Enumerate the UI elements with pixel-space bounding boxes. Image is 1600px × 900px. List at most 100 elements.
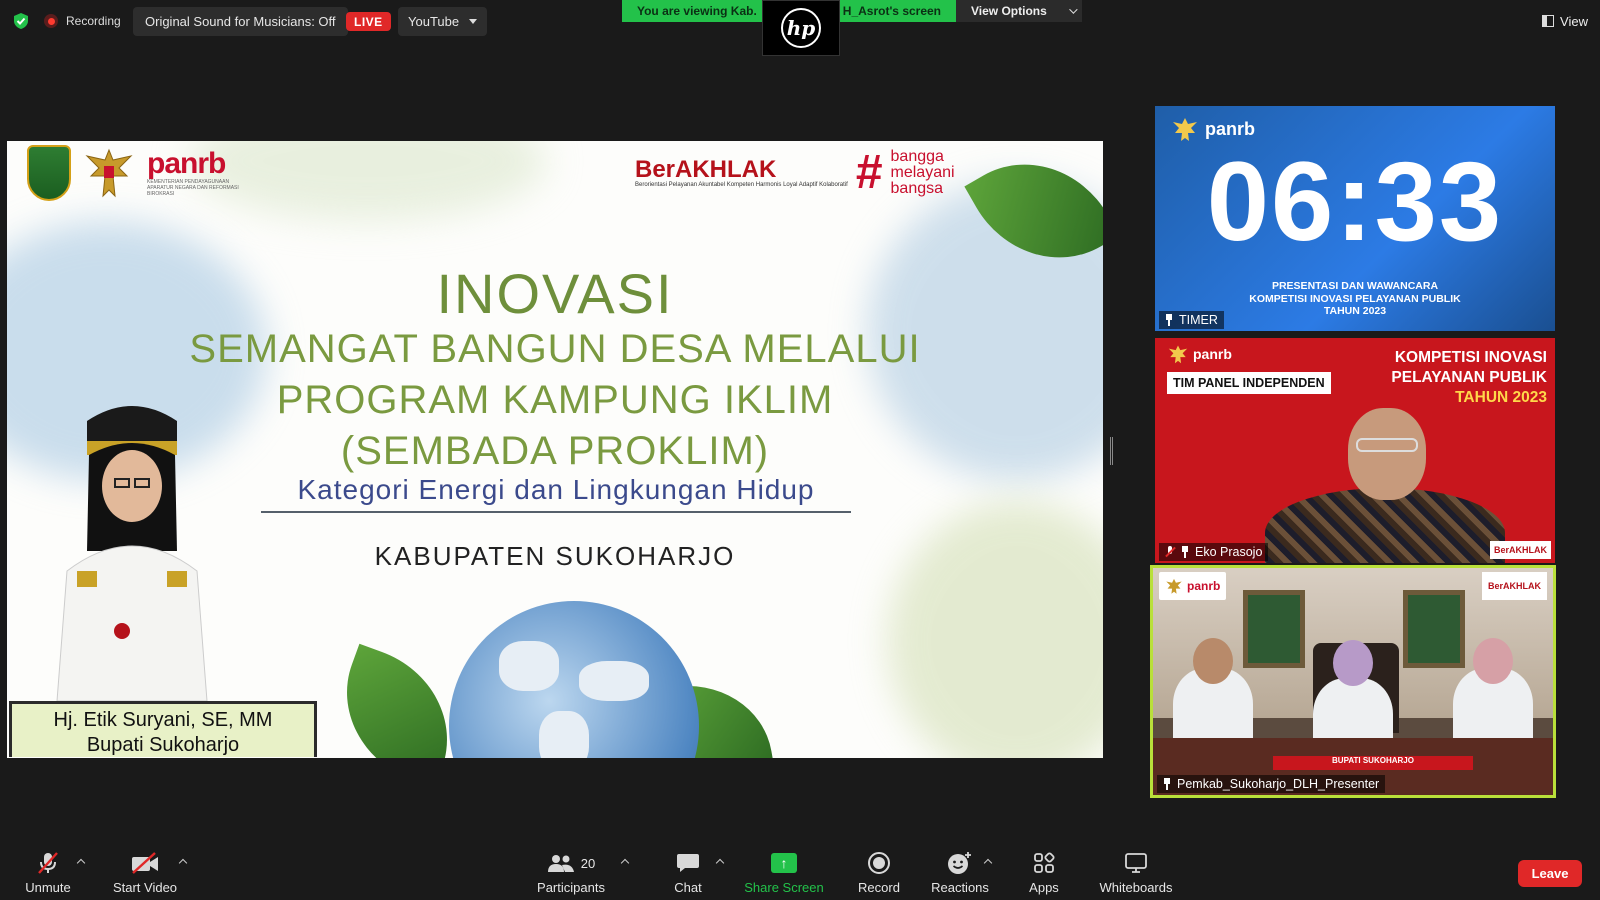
unmute-button[interactable]: Unmute [20,842,76,900]
recording-label: Recording [66,14,121,28]
participant-name: Eko Prasojo [1195,545,1263,559]
presenter-corner-logo: BerAKHLAK [1481,572,1547,600]
shield-check-icon[interactable] [12,12,30,30]
presenter-logo-text: panrb [1187,579,1221,593]
panel-logo-text: panrb [1193,346,1232,362]
pin-icon [1165,314,1173,326]
meeting-top-bar: Recording Original Sound for Musicians: … [0,0,1600,56]
mic-muted-icon [1165,546,1175,558]
panel-resize-handle[interactable] [1110,437,1113,465]
globe-land [539,711,589,758]
participants-count: 20 [580,855,596,871]
audio-options-chevron-up-icon[interactable] [76,858,86,868]
smiley-add-icon [947,850,973,876]
apps-label: Apps [1029,880,1059,895]
whiteboards-button[interactable]: Whiteboards [1096,842,1176,900]
start-video-button[interactable]: Start Video [110,842,180,900]
hp-logo-overlay: hp [762,0,840,56]
attendee-head [1193,638,1233,684]
pin-icon [1163,778,1171,790]
globe-land [499,641,559,691]
participants-chevron-up-icon[interactable] [620,858,630,868]
bangga-line-3: bangsa [890,180,944,197]
share-screen-icon-wrap: ↑ [771,850,797,876]
timer-caption-line-2: KOMPETISI INOVASI PELAYANAN PUBLIK [1249,292,1461,305]
participant-name-label: TIMER [1159,311,1224,329]
berakhlak-subtitle: Berorientasi Pelayanan Akuntabel Kompete… [635,182,848,188]
timer-logo-text: panrb [1205,118,1256,139]
stream-target-dropdown[interactable]: YouTube [398,7,488,36]
panrb-logo: panrb KEMENTERIAN PENDAYAGUNAAN APARATUR… [147,147,247,198]
bupati-title: Bupati Sukoharjo [86,734,240,756]
zoom-meeting-window: Recording Original Sound for Musicians: … [0,0,1600,900]
leave-button[interactable]: Leave [1518,860,1582,887]
view-button[interactable]: View [1542,10,1588,32]
slide-subtitle: Kategori Energi dan Lingkungan Hidup [261,474,851,513]
watercolor-wash [887,501,1103,758]
wall-emblem-frame [1403,590,1465,668]
apps-icon [1033,850,1055,876]
globe-land [579,661,649,701]
video-tile-timer[interactable]: panrb 06:33 PRESENTASI DAN WAWANCARA KOM… [1155,106,1555,331]
original-sound-button[interactable]: Original Sound for Musicians: Off [133,7,348,36]
attendee-head [1473,638,1513,684]
panrb-wordmark: panrb [147,147,226,180]
panelist-head [1348,408,1426,500]
panel-tag: TIM PANEL INDEPENDEN [1167,372,1331,394]
video-options-chevron-up-icon[interactable] [178,858,188,868]
panelist-video [1265,408,1505,563]
berakhlak-logo: BerAKHLAK Berorientasi Pelayanan Akuntab… [635,149,955,197]
bangga-line-2: melayani [890,164,955,181]
recording-indicator[interactable]: Recording [44,10,121,32]
sukoharjo-crest-icon [27,145,71,201]
headline-line-1: SEMANGAT BANGUN DESA MELALUI [189,327,921,371]
bangga-hash: # [855,146,883,199]
caret-down-icon [469,19,478,24]
bupati-name: Hj. Etik Suryani, SE, MM [53,709,273,731]
participant-name: TIMER [1179,313,1218,327]
chat-bubble-icon [676,850,700,876]
countdown-timer: 06:33 [1206,139,1504,264]
chat-button[interactable]: Chat [668,842,708,900]
whiteboards-label: Whiteboards [1099,880,1173,895]
panel-heading: KOMPETISI INOVASI PELAYANAN PUBLIK TAHUN… [1347,348,1547,408]
participant-name-label: Eko Prasojo [1159,543,1269,561]
bupati-portrait-image [56,406,208,701]
video-off-icon [131,850,159,876]
panrb-subtitle: KEMENTERIAN PENDAYAGUNAAN APARATUR NEGAR… [147,179,239,197]
view-button-label: View [1560,13,1588,29]
viewing-banner-start: You are viewing Kab. [636,4,757,18]
whiteboard-icon [1124,850,1148,876]
bangga-line-1: bangga [890,148,944,165]
viewing-banner-end: H_Asrot's screen [842,4,942,18]
stream-target-label: YouTube [408,14,460,29]
record-button[interactable]: Record [854,842,904,900]
video-tile-panelist[interactable]: panrb TIM PANEL INDEPENDEN KOMPETISI INO… [1155,338,1555,563]
reactions-button[interactable]: Reactions [930,842,990,900]
globe-illustration [449,601,699,758]
timer-caption-line-1: PRESENTASI DAN WAWANCARA [1271,280,1439,292]
chat-label: Chat [674,880,702,895]
panel-heading-line-3: TAHUN 2023 [1455,389,1547,406]
garuda-emblem-icon [1173,118,1197,141]
chevron-down-icon [1068,5,1078,14]
participants-button[interactable]: 20 Participants [536,842,606,900]
live-badge[interactable]: LIVE [346,12,391,31]
meeting-controls-toolbar: Unmute Start Video 20 Participants Chat … [0,842,1600,900]
panel-heading-line-1: KOMPETISI INOVASI [1394,349,1547,366]
garuda-emblem-icon [1168,345,1188,364]
view-options-dropdown[interactable]: View Options [956,0,1082,22]
share-screen-button[interactable]: ↑ Share Screen [744,842,824,900]
glasses-icon [1356,438,1418,452]
chat-chevron-up-icon[interactable] [715,858,725,868]
presenter-panrb-logo: panrb [1159,572,1227,600]
shared-screen-slide: panrb KEMENTERIAN PENDAYAGUNAAN APARATUR… [7,141,1103,758]
record-dot-icon [44,14,58,28]
share-screen-icon: ↑ [771,853,797,873]
share-screen-label: Share Screen [744,880,824,895]
garuda-emblem-icon [1166,578,1182,594]
attendee-head [1333,640,1373,686]
record-label: Record [858,880,900,895]
apps-button[interactable]: Apps [1024,842,1064,900]
video-tile-presenter[interactable]: BUPATI SUKOHARJO panrb BerAKHLAK Pemkab_… [1150,565,1556,798]
